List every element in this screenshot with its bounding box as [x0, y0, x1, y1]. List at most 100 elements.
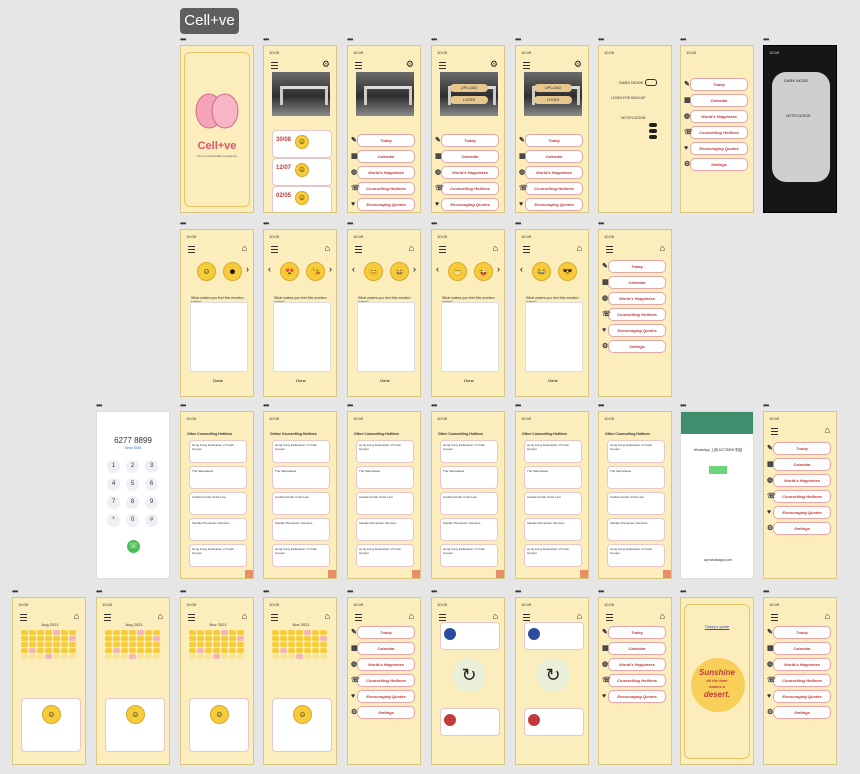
hamburger-menu-icon[interactable]: [606, 246, 613, 253]
calendar-day[interactable]: [197, 654, 204, 659]
hotline-entry[interactable]: Caritas Family Crisis Line: [607, 492, 665, 515]
hotline-entry[interactable]: Hong Kong Federation of Youth Groups: [607, 440, 665, 463]
menu-item-2[interactable]: World's Happiness ◍: [351, 658, 415, 671]
frame-options-icon[interactable]: •••: [263, 220, 269, 228]
emoji-option-icon[interactable]: ☺: [197, 262, 216, 281]
calendar-day[interactable]: [121, 636, 128, 641]
calendar-day[interactable]: [320, 642, 327, 647]
phone-frame[interactable]: 10:05 ⚙ 30/08 ☺ 12/07 ☺ 02/05 ☺: [263, 45, 337, 213]
hamburger-menu-icon[interactable]: [439, 62, 446, 69]
calendar-day[interactable]: [29, 630, 36, 635]
hotline-entry[interactable]: Suicide Prevention Services: [524, 518, 582, 541]
calendar-day[interactable]: [205, 654, 212, 659]
calendar-day[interactable]: [272, 648, 279, 653]
emoji-option-icon[interactable]: 😘: [306, 262, 325, 281]
hotline-entry[interactable]: The Samaritans: [524, 466, 582, 489]
frame-options-icon[interactable]: •••: [180, 36, 186, 44]
frame-options-icon[interactable]: •••: [347, 588, 353, 596]
hotline-entry[interactable]: The Samaritans: [440, 466, 498, 489]
frame-options-icon[interactable]: •••: [515, 588, 521, 596]
phone-frame[interactable]: 10:05 ⌂ Nov 2021 ☺: [180, 597, 254, 765]
home-button-login[interactable]: LOGIN: [450, 96, 488, 104]
frame-options-icon[interactable]: •••: [96, 588, 102, 596]
frame-options-icon[interactable]: •••: [763, 36, 769, 44]
hamburger-menu-icon[interactable]: [606, 614, 613, 621]
calendar-day[interactable]: [21, 642, 28, 647]
calendar-day[interactable]: [61, 654, 68, 659]
calendar-day[interactable]: [45, 654, 52, 659]
selected-day-card[interactable]: ☺: [105, 698, 165, 752]
hotline-entry[interactable]: Hong Kong Federation of Youth Groups: [272, 440, 330, 463]
frame-options-icon[interactable]: •••: [263, 402, 269, 410]
hamburger-menu-icon[interactable]: [771, 614, 778, 621]
calendar-day[interactable]: [105, 636, 112, 641]
hotline-entry[interactable]: Suicide Prevention Services: [356, 518, 414, 541]
phone-frame[interactable]: 10:05 ⚙ UPLOAD LOGIN Today ✎ Calendar ▦ World's …: [515, 45, 589, 213]
done-button[interactable]: Done: [545, 378, 561, 384]
frame-options-icon[interactable]: •••: [598, 36, 604, 44]
calendar-day[interactable]: [113, 642, 120, 647]
menu-item-2[interactable]: World's Happiness ◍: [767, 474, 831, 487]
calendar-day[interactable]: [221, 648, 228, 653]
calendar-day[interactable]: [129, 636, 136, 641]
frame-options-icon[interactable]: •••: [763, 588, 769, 596]
mood-text-area[interactable]: [525, 302, 583, 372]
calendar-day[interactable]: [205, 648, 212, 653]
calendar-day[interactable]: [272, 654, 279, 659]
menu-item-0[interactable]: Today ✎: [602, 260, 666, 273]
frame-options-icon[interactable]: •••: [180, 220, 186, 228]
calendar-day[interactable]: [197, 636, 204, 641]
menu-item-0[interactable]: Today ✎: [602, 626, 666, 639]
calendar-day[interactable]: [288, 654, 295, 659]
calendar-day[interactable]: [205, 636, 212, 641]
calendar-day[interactable]: [213, 630, 220, 635]
calendar-day[interactable]: [304, 654, 311, 659]
phone-frame[interactable]: 10:05 ⌂ Aug 2021 ☺: [12, 597, 86, 765]
hotline-entry[interactable]: Hong Kong Federation of Youth Groups: [524, 440, 582, 463]
menu-item-2[interactable]: World's Happiness ◍: [435, 166, 499, 179]
phone-frame[interactable]: 10:05 ⌂ 😍 😘 ‹ › What makes you feel this emoti…: [263, 229, 337, 397]
frame-options-icon[interactable]: •••: [347, 402, 353, 410]
frame-options-icon[interactable]: •••: [515, 402, 521, 410]
mood-text-area[interactable]: [441, 302, 499, 372]
calendar-day[interactable]: [145, 636, 152, 641]
emoji-option-icon[interactable]: ☻: [223, 262, 242, 281]
frame-options-icon[interactable]: •••: [347, 220, 353, 228]
calendar-day[interactable]: [237, 642, 244, 647]
home-icon[interactable]: ⌂: [577, 611, 582, 621]
call-button[interactable]: ☏: [127, 540, 140, 553]
menu-item-0[interactable]: Today ✎: [684, 78, 748, 91]
phone-frame[interactable]: 10:05 ⌂ Today ✎ Calendar ▦ World's Happiness ◍ C…: [763, 411, 837, 579]
calendar-day[interactable]: [229, 654, 236, 659]
calendar-day[interactable]: [320, 654, 327, 659]
hotline-entry[interactable]: Hong Kong Federation of Youth Groups: [356, 440, 414, 463]
hotline-entry[interactable]: Caritas Family Crisis Line: [440, 492, 498, 515]
calendar-day[interactable]: [304, 648, 311, 653]
menu-item-0[interactable]: Today ✎: [351, 626, 415, 639]
project-title[interactable]: Cell+ve: [180, 8, 239, 34]
diary-entry-card[interactable]: 30/08 ☺: [272, 130, 332, 158]
menu-item-2[interactable]: World's Happiness ◍: [767, 658, 831, 671]
home-button-upload[interactable]: UPLOAD: [534, 84, 572, 92]
calendar-day[interactable]: [213, 636, 220, 641]
calendar-day[interactable]: [37, 654, 44, 659]
refresh-icon[interactable]: ↻: [536, 658, 570, 692]
frame-options-icon[interactable]: •••: [515, 220, 521, 228]
calendar-day[interactable]: [189, 630, 196, 635]
menu-item-0[interactable]: Today ✎: [351, 134, 415, 147]
phone-frame[interactable]: 10:05 ⚙ Today ✎ Calendar ▦ World's Happiness ◍ C…: [347, 45, 421, 213]
arrow-right-icon[interactable]: ›: [497, 264, 500, 274]
done-button[interactable]: Done: [293, 378, 309, 384]
hamburger-menu-icon[interactable]: [188, 246, 195, 253]
menu-item-3[interactable]: Counselling Hotlines ☏: [519, 182, 583, 195]
menu-item-5[interactable]: Settings ⚙: [684, 158, 748, 171]
calendar-day[interactable]: [105, 654, 112, 659]
arrow-left-icon[interactable]: ‹: [436, 264, 439, 274]
calendar-day[interactable]: [121, 654, 128, 659]
calendar-day[interactable]: [221, 630, 228, 635]
calendar-day[interactable]: [189, 642, 196, 647]
calendar-day[interactable]: [213, 648, 220, 653]
hamburger-menu-icon[interactable]: [188, 614, 195, 621]
calendar-day[interactable]: [272, 642, 279, 647]
arrow-right-icon[interactable]: ›: [329, 264, 332, 274]
